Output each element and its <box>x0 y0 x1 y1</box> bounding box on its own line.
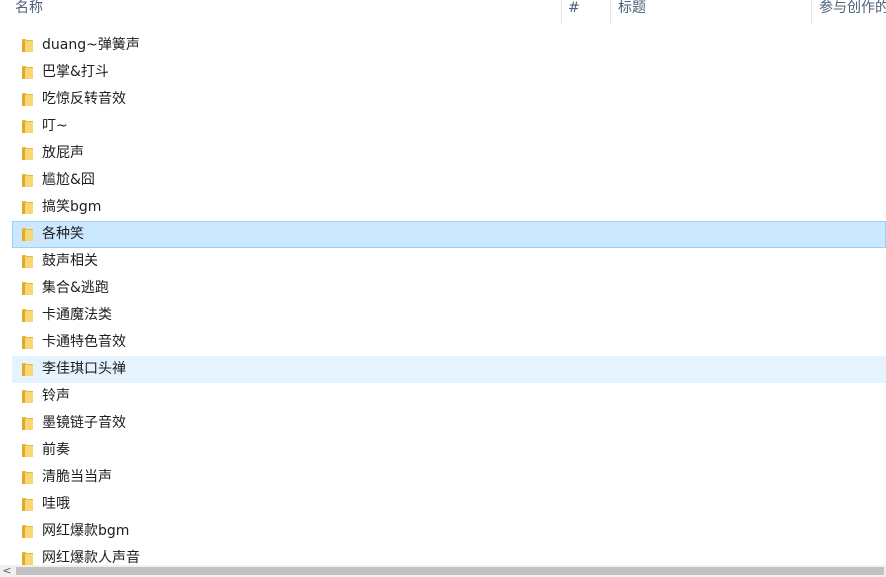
folder-icon <box>21 551 34 565</box>
scrollbar-thumb[interactable] <box>16 567 884 575</box>
list-item-label: 墨镜链子音效 <box>42 415 126 431</box>
file-list: duang~弹簧声 巴掌&打斗吃惊反转音效 叮~ 放屁声尴尬&囧搞笑bgm 各种笑鼓声相… <box>0 32 886 565</box>
folder-icon <box>21 308 34 323</box>
list-item[interactable]: 放屁声 <box>12 140 886 167</box>
horizontal-scrollbar[interactable]: < <box>0 565 886 577</box>
list-item[interactable]: 叮~ <box>12 113 886 140</box>
list-item[interactable]: 网红爆款bgm <box>12 518 886 545</box>
list-item[interactable]: 吃惊反转音效 <box>12 86 886 113</box>
column-header-title[interactable]: 标题 <box>613 0 809 24</box>
column-header-number[interactable]: # <box>563 0 609 24</box>
folder-icon <box>21 200 34 215</box>
list-item-label: 放屁声 <box>42 145 84 161</box>
folder-icon <box>21 92 34 107</box>
list-item[interactable]: 清脆当当声 <box>12 464 886 491</box>
list-item[interactable]: 巴掌&打斗 <box>12 59 886 86</box>
list-item-label: 巴掌&打斗 <box>42 64 109 80</box>
list-item-label: 鼓声相关 <box>42 253 98 269</box>
list-item[interactable]: 铃声 <box>12 383 886 410</box>
list-item-label: 吃惊反转音效 <box>42 91 126 107</box>
folder-icon <box>21 524 34 539</box>
folder-icon <box>21 38 34 53</box>
column-header-contributing-artists[interactable]: 参与创作的 <box>814 0 886 24</box>
list-item-label: 集合&逃跑 <box>42 280 109 296</box>
list-item-label: 前奏 <box>42 442 70 458</box>
list-item-label: 各种笑 <box>42 226 84 242</box>
list-item[interactable]: 尴尬&囧 <box>12 167 886 194</box>
folder-icon <box>21 443 34 458</box>
list-item-label: 叮~ <box>42 118 68 134</box>
folder-icon <box>21 497 34 512</box>
list-item[interactable]: 网红爆款人声音 <box>12 545 886 565</box>
list-item-label: 网红爆款bgm <box>42 523 130 539</box>
list-item[interactable]: 卡通特色音效 <box>12 329 886 356</box>
folder-icon <box>21 470 34 485</box>
list-item-label: 李佳琪口头禅 <box>42 361 126 377</box>
list-item[interactable]: 李佳琪口头禅 <box>12 356 886 383</box>
folder-icon <box>21 416 34 431</box>
folder-icon <box>21 362 34 377</box>
column-header: 名称 # 标题 参与创作的 <box>0 0 886 24</box>
list-item-label: 卡通魔法类 <box>42 307 112 323</box>
list-item-label: 清脆当当声 <box>42 469 112 485</box>
folder-icon <box>21 254 34 269</box>
folder-icon <box>21 335 34 350</box>
column-divider[interactable] <box>610 0 611 24</box>
list-item-label: 卡通特色音效 <box>42 334 126 350</box>
list-item[interactable]: 搞笑bgm <box>12 194 886 221</box>
folder-icon <box>21 173 34 188</box>
chevron-left-icon[interactable]: < <box>0 565 14 577</box>
column-header-name[interactable]: 名称 <box>10 0 560 24</box>
list-item-label: 网红爆款人声音 <box>42 550 140 565</box>
list-item-label: 搞笑bgm <box>42 199 102 215</box>
column-divider[interactable] <box>811 0 812 24</box>
list-item[interactable]: 墨镜链子音效 <box>12 410 886 437</box>
list-item[interactable]: 卡通魔法类 <box>12 302 886 329</box>
list-item[interactable]: 哇哦 <box>12 491 886 518</box>
folder-icon <box>21 281 34 296</box>
list-item[interactable]: 鼓声相关 <box>12 248 886 275</box>
folder-icon <box>21 146 34 161</box>
column-divider[interactable] <box>561 0 562 24</box>
list-item[interactable]: 集合&逃跑 <box>12 275 886 302</box>
folder-icon <box>21 119 34 134</box>
list-item[interactable]: 前奏 <box>12 437 886 464</box>
list-item[interactable]: 各种笑 <box>12 221 886 248</box>
list-item-label: 尴尬&囧 <box>42 172 95 188</box>
list-item[interactable]: duang~弹簧声 <box>12 32 886 59</box>
folder-icon <box>21 227 34 242</box>
folder-icon <box>21 389 34 404</box>
folder-icon <box>21 65 34 80</box>
list-item-label: 铃声 <box>42 388 70 404</box>
list-item-label: duang~弹簧声 <box>42 37 140 53</box>
list-item-label: 哇哦 <box>42 496 70 512</box>
